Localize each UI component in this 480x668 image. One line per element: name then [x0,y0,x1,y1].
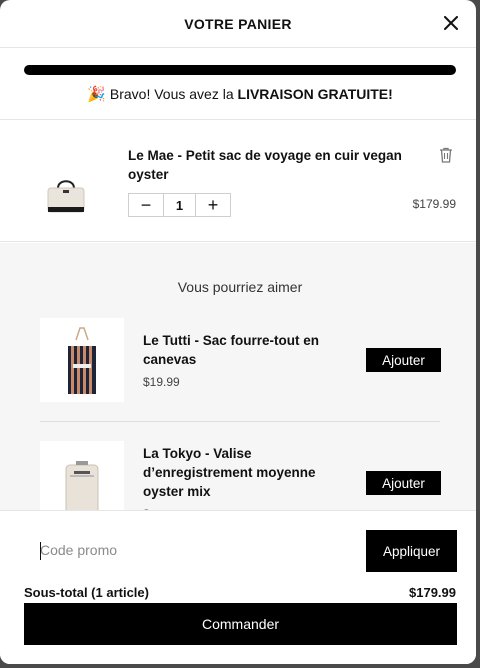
product-name[interactable]: Le Mae - Petit sac de voyage en cuir veg… [128,146,428,184]
recommendation-image[interactable] [40,318,124,402]
recommendation-name[interactable]: La Tokyo - Valise d’enregistrement moyen… [143,444,353,501]
increase-quantity-button[interactable]: + [196,194,230,216]
trash-icon[interactable] [439,147,455,163]
subtotal-label: Sous-total (1 article) [24,585,149,600]
close-icon[interactable] [440,12,462,34]
recommendation-divider [40,421,440,422]
shipping-message-text: Bravo! Vous avez la [109,86,238,102]
apply-promo-button[interactable]: Appliquer [366,530,457,572]
shipping-progress-bar [24,65,456,75]
cart-line-item: Le Mae - Petit sac de voyage en cuir veg… [0,120,476,242]
checkout-button[interactable]: Commander [24,603,457,645]
recommendations-heading: Vous pourriez aimer [177,279,303,295]
quantity-stepper: − 1 + [128,193,231,217]
product-image[interactable] [44,176,88,216]
recommendation-name[interactable]: Le Tutti - Sac fourre-tout en canevas [143,331,353,369]
cart-title: VOTRE PANIER [184,15,292,32]
free-shipping-banner: 🎉 Bravo! Vous avez la LIVRAISON GRATUITE! [0,48,476,120]
quantity-value[interactable]: 1 [163,194,196,216]
add-to-cart-button[interactable]: Ajouter [366,348,441,372]
party-popper-icon: 🎉 [87,86,106,103]
shipping-message-strong: LIVRAISON GRATUITE! [237,86,393,102]
shipping-message: 🎉 Bravo! Vous avez la LIVRAISON GRATUITE! [24,85,456,103]
cart-header: VOTRE PANIER [0,0,476,48]
recommendation-image[interactable] [40,441,124,510]
add-to-cart-button[interactable]: Ajouter [366,471,441,495]
product-price: $179.99 [412,197,456,211]
recommendations-section: Vous pourriez aimer Le Tutti - Sac fourr… [0,243,476,510]
decrease-quantity-button[interactable]: − [129,194,163,216]
recommendation-price: $19.99 [143,375,180,389]
text-caret [40,542,41,560]
cart-drawer: VOTRE PANIER 🎉 Bravo! Vous avez la LIVRAI… [0,0,476,664]
promo-code-input[interactable] [24,529,364,571]
subtotal-value: $179.99 [409,585,456,600]
cart-footer: Appliquer Sous-total (1 article) $179.99… [0,510,476,664]
